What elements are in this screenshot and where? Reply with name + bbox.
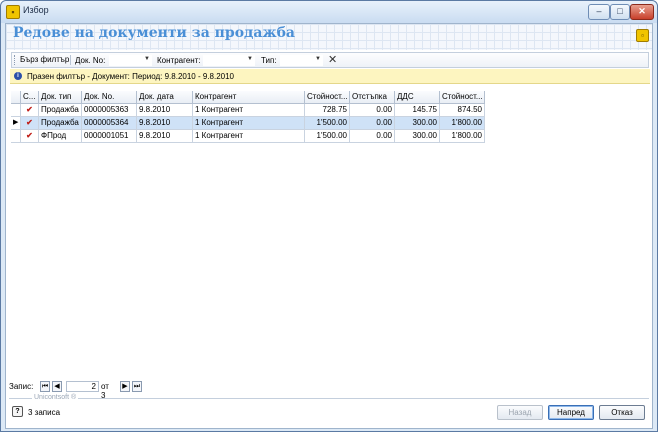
minimize-icon[interactable]: – <box>588 4 610 20</box>
cell-value: 1'500.00 <box>305 130 350 143</box>
row-indicator <box>11 130 21 143</box>
type-label: Тип: <box>261 56 277 65</box>
column-header[interactable]: Контрагент <box>193 91 305 104</box>
next-record-icon[interactable]: ▶ <box>120 381 130 392</box>
cell-doc-type: Продажба <box>39 117 82 130</box>
footer-divider <box>9 398 649 399</box>
contractor-label: Контрагент: <box>157 56 201 65</box>
help-icon[interactable]: ? <box>12 406 23 417</box>
doc-no-label: Док. No: <box>75 56 106 65</box>
cell-doc-type: ФПрод <box>39 130 82 143</box>
filter-toolbar: Бърз филтър Док. No: ▼ Контрагент: ▼ Тип… <box>11 52 649 68</box>
cell-contractor: 1 Контрагент <box>193 117 305 130</box>
check-icon[interactable]: ✔ <box>21 117 39 130</box>
record-number-input[interactable]: 2 <box>66 381 99 392</box>
cell-vat: 145.75 <box>395 104 440 117</box>
cell-value: 728.75 <box>305 104 350 117</box>
info-icon: i <box>14 72 22 80</box>
cell-doc-date: 9.8.2010 <box>137 130 193 143</box>
row-indicator <box>11 104 21 117</box>
chevron-down-icon: ▼ <box>144 56 150 62</box>
window-title: Избор <box>23 5 49 15</box>
selection-window: ▪ Избор – □ ✕ Редове на документи за про… <box>0 0 658 432</box>
cell-total: 1'800.00 <box>440 130 485 143</box>
cell-value: 1'500.00 <box>305 117 350 130</box>
cell-discount: 0.00 <box>350 117 395 130</box>
column-header[interactable]: Док. тип <box>39 91 82 104</box>
column-header[interactable]: Отстъпка <box>350 91 395 104</box>
cell-doc-no: 0000005364 <box>82 117 137 130</box>
column-header[interactable]: Стойност... <box>440 91 485 104</box>
toolbar-grip[interactable] <box>14 55 16 65</box>
column-header[interactable]: С... <box>21 91 39 104</box>
client-area: Редове на документи за продажба ▫ Бърз ф… <box>5 23 653 429</box>
app-icon: ▪ <box>6 5 20 19</box>
cell-doc-date: 9.8.2010 <box>137 117 193 130</box>
cell-contractor: 1 Контрагент <box>193 130 305 143</box>
last-record-icon[interactable]: ⏭ <box>132 381 142 392</box>
cell-doc-type: Продажба <box>39 104 82 117</box>
title-bar[interactable]: ▪ Избор – □ ✕ <box>1 1 657 23</box>
cell-vat: 300.00 <box>395 130 440 143</box>
type-combo[interactable]: ▼ <box>280 55 323 66</box>
column-header[interactable]: Док. No. <box>82 91 137 104</box>
record-label: Запис: <box>9 382 34 391</box>
cell-contractor: 1 Контрагент <box>193 104 305 117</box>
cell-discount: 0.00 <box>350 130 395 143</box>
cell-doc-no: 0000005363 <box>82 104 137 117</box>
cell-total: 874.50 <box>440 104 485 117</box>
documents-grid[interactable]: С... Док. тип Док. No. Док. дата Контраг… <box>11 91 647 391</box>
brand-label: Unicontsoft ® <box>32 394 79 401</box>
column-header[interactable]: Стойност... <box>305 91 350 104</box>
page-title: Редове на документи за продажба <box>13 25 295 41</box>
cell-doc-no: 0000001051 <box>82 130 137 143</box>
toolbar-separator <box>70 55 71 65</box>
column-header[interactable]: ДДС <box>395 91 440 104</box>
contractor-combo[interactable]: ▼ <box>203 55 255 66</box>
chevron-down-icon: ▼ <box>315 56 321 62</box>
cell-total: 1'800.00 <box>440 117 485 130</box>
current-row-icon: ▶ <box>11 117 21 130</box>
next-button[interactable]: Напред <box>548 405 594 420</box>
row-indicator-header <box>11 91 21 104</box>
column-header[interactable]: Док. дата <box>137 91 193 104</box>
close-icon[interactable]: ✕ <box>630 4 654 20</box>
chevron-down-icon: ▼ <box>247 56 253 62</box>
filter-info-bar: i Празен филтър - Документ: Период: 9.8.… <box>10 69 650 84</box>
check-icon[interactable]: ✔ <box>21 130 39 143</box>
cell-doc-date: 9.8.2010 <box>137 104 193 117</box>
record-count: 3 записа <box>28 408 61 417</box>
filter-info-text: Празен филтър - Документ: Период: 9.8.20… <box>27 72 234 81</box>
quick-filter-button[interactable]: Бърз филтър <box>20 55 69 64</box>
clear-filter-icon[interactable]: ✕ <box>328 53 337 66</box>
cell-vat: 300.00 <box>395 117 440 130</box>
cancel-button[interactable]: Отказ <box>599 405 645 420</box>
doc-no-combo[interactable]: ▼ <box>109 55 152 66</box>
back-button[interactable]: Назад <box>497 405 543 420</box>
first-record-icon[interactable]: ⏮ <box>40 381 50 392</box>
options-icon[interactable]: ▫ <box>636 29 649 42</box>
check-icon[interactable]: ✔ <box>21 104 39 117</box>
cell-discount: 0.00 <box>350 104 395 117</box>
maximize-icon[interactable]: □ <box>610 4 630 20</box>
prev-record-icon[interactable]: ◀ <box>52 381 62 392</box>
